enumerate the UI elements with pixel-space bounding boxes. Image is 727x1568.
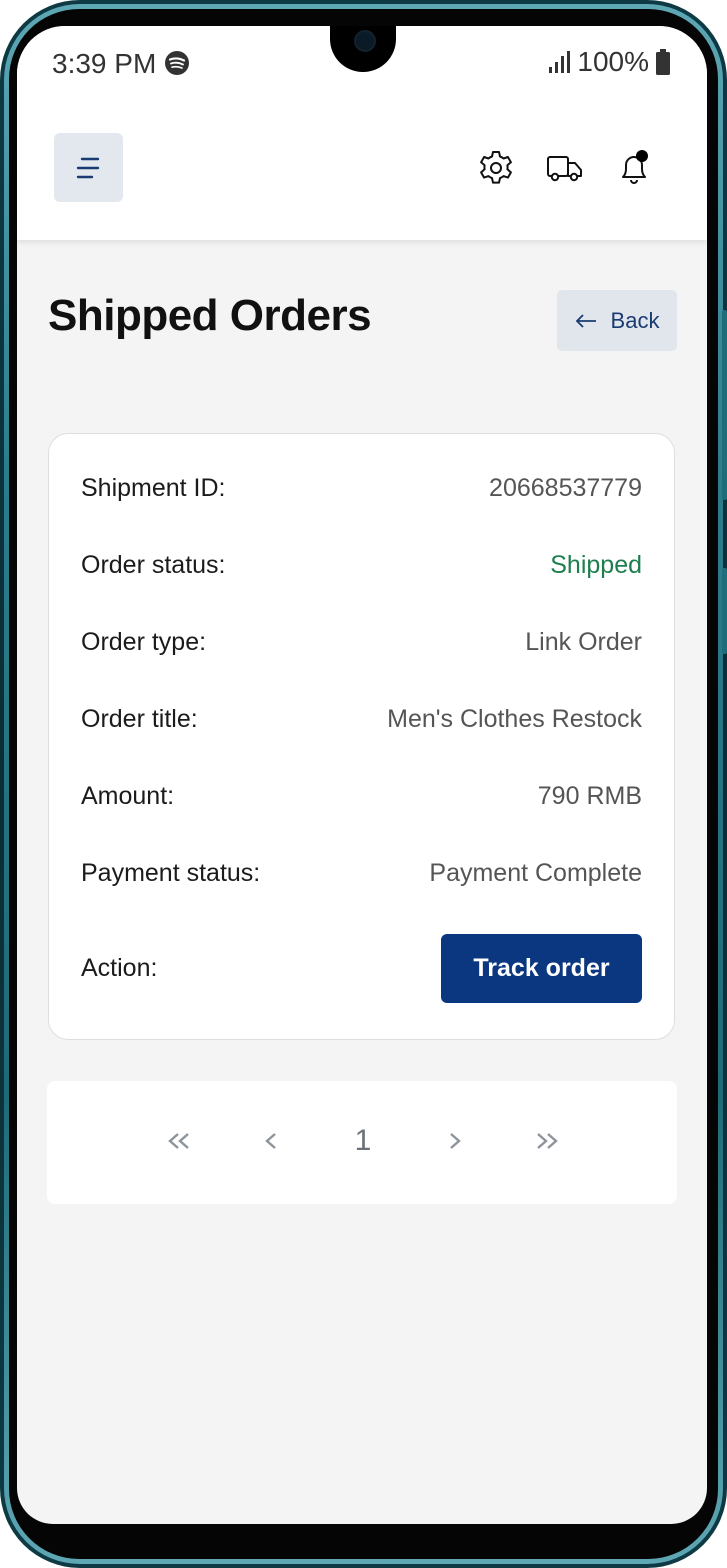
gear-icon[interactable] bbox=[476, 148, 516, 188]
order-status-label: Order status: bbox=[81, 551, 226, 579]
order-title-label: Order title: bbox=[81, 705, 198, 733]
power-button bbox=[722, 568, 727, 654]
shipment-id-value: 20668537779 bbox=[489, 474, 642, 502]
bell-icon[interactable] bbox=[614, 148, 654, 188]
order-title-row: Order title: Men's Clothes Restock bbox=[81, 705, 642, 734]
amount-label: Amount: bbox=[81, 782, 175, 810]
action-row: Action: Track order bbox=[81, 934, 642, 1003]
shipment-id-row: Shipment ID: 20668537779 bbox=[81, 474, 642, 503]
page-title: Shipped Orders bbox=[48, 291, 372, 340]
next-page-button[interactable] bbox=[441, 1121, 469, 1161]
double-chevron-left-icon bbox=[168, 1133, 189, 1149]
track-order-button[interactable]: Track order bbox=[441, 934, 642, 1003]
pagination: 1 bbox=[47, 1081, 677, 1204]
screen: 3:39 PM 100% Shipped Orders Back Shipmen… bbox=[17, 26, 707, 1524]
payment-status-row: Payment status: Payment Complete bbox=[81, 859, 642, 888]
status-time: 3:39 PM bbox=[52, 48, 157, 79]
battery-icon bbox=[656, 49, 670, 75]
action-label: Action: bbox=[81, 954, 158, 982]
order-card: Shipment ID: 20668537779 Order status: S… bbox=[48, 433, 675, 1040]
amount-value: 790 RMB bbox=[537, 782, 642, 810]
menu-icon bbox=[76, 157, 99, 178]
amount-row: Amount: 790 RMB bbox=[81, 782, 642, 811]
last-page-button[interactable] bbox=[527, 1121, 567, 1161]
page-number-current[interactable]: 1 bbox=[343, 1121, 383, 1161]
truck-icon[interactable] bbox=[545, 148, 585, 188]
shipment-id-label: Shipment ID: bbox=[81, 474, 226, 502]
back-button[interactable]: Back bbox=[557, 290, 677, 351]
menu-button[interactable] bbox=[54, 133, 123, 202]
battery-percent: 100% bbox=[577, 46, 649, 77]
volume-button bbox=[722, 310, 727, 500]
status-right: 100% bbox=[547, 46, 671, 78]
chevron-right-icon bbox=[450, 1133, 461, 1149]
order-status-row: Order status: Shipped bbox=[81, 551, 642, 580]
order-status-value: Shipped bbox=[550, 551, 642, 579]
signal-icon bbox=[549, 51, 571, 73]
order-title-value: Men's Clothes Restock bbox=[387, 705, 642, 733]
front-camera bbox=[354, 30, 376, 52]
order-type-label: Order type: bbox=[81, 628, 207, 656]
payment-status-label: Payment status: bbox=[81, 859, 261, 887]
first-page-button[interactable] bbox=[159, 1121, 199, 1161]
prev-page-button[interactable] bbox=[257, 1121, 285, 1161]
order-type-row: Order type: Link Order bbox=[81, 628, 642, 657]
spotify-icon bbox=[165, 51, 189, 75]
back-label: Back bbox=[610, 307, 660, 333]
phone-frame: 3:39 PM 100% Shipped Orders Back Shipmen… bbox=[0, 0, 727, 1568]
payment-status-value: Payment Complete bbox=[429, 859, 642, 887]
double-chevron-right-icon bbox=[537, 1133, 558, 1149]
order-type-value: Link Order bbox=[525, 628, 642, 656]
chevron-left-icon bbox=[265, 1133, 276, 1149]
app-header bbox=[17, 98, 707, 240]
arrow-left-icon bbox=[575, 313, 596, 328]
